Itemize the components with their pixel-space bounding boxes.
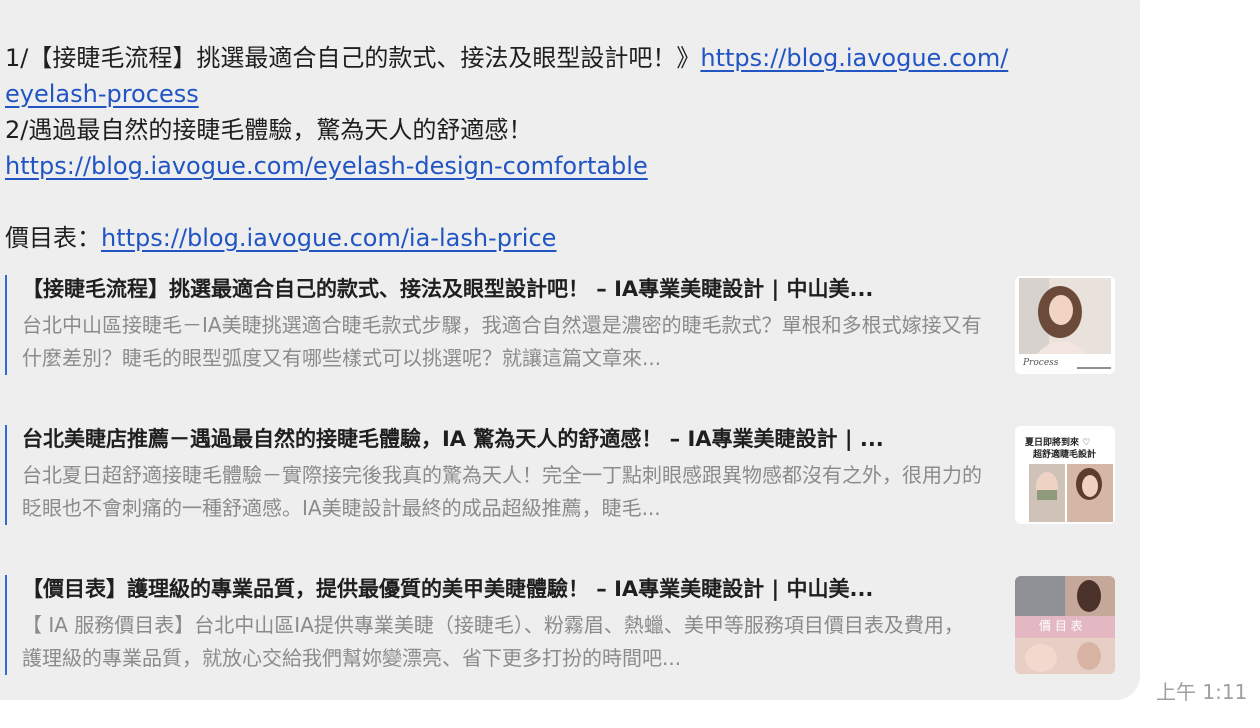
- message-line-1: 1/【接睫毛流程】挑選最適合自己的款式、接法及眼型設計吧！》https://bl…: [5, 40, 1125, 76]
- preview-title[interactable]: 台北美睫店推薦－遇過最自然的接睫毛體驗，IA 驚為天人的舒適感！ – IA專業美…: [22, 423, 982, 455]
- thumb-caption: 價 目 表: [1039, 619, 1083, 633]
- eyelash-process-link[interactable]: https://blog.iavogue.com/: [700, 44, 1008, 72]
- preview-thumbnail[interactable]: Process: [1015, 276, 1115, 374]
- line2-text: 2/遇過最自然的接睫毛體驗，驚為天人的舒適感！: [5, 116, 533, 144]
- price-label: 價目表：: [5, 224, 101, 252]
- preview-thumbnail[interactable]: 價 目 表: [1015, 576, 1115, 674]
- preview-accent-bar: [5, 425, 7, 525]
- link-preview-2[interactable]: 台北美睫店推薦－遇過最自然的接睫毛體驗，IA 驚為天人的舒適感！ – IA專業美…: [5, 423, 1115, 527]
- link-preview-3[interactable]: 【價目表】護理級的專業品質，提供最優質的美甲美睫體驗！ – IA專業美睫設計 |…: [5, 573, 1115, 677]
- preview-description: 【 IA 服務價目表】台北中山區IA提供專業美睫（接睫毛）、粉霧眉、熱蠟、美甲等…: [22, 613, 964, 670]
- price-link[interactable]: https://blog.iavogue.com/ia-lash-price: [101, 224, 556, 252]
- preview-description: 台北中山區接睫毛－IA美睫挑選適合睫毛款式步驟，我適合自然還是濃密的睫毛款式？單…: [22, 313, 982, 370]
- eyelash-process-link-cont[interactable]: eyelash-process: [5, 80, 199, 108]
- preview-accent-bar: [5, 575, 7, 675]
- preview-title[interactable]: 【接睫毛流程】挑選最適合自己的款式、接法及眼型設計吧！ – IA專業美睫設計 |…: [22, 273, 982, 305]
- message-line-1b: eyelash-process: [5, 76, 1125, 112]
- line1-text: 1/【接睫毛流程】挑選最適合自己的款式、接法及眼型設計吧！》: [5, 44, 701, 72]
- preview-title[interactable]: 【價目表】護理級的專業品質，提供最優質的美甲美睫體驗！ – IA專業美睫設計 |…: [22, 573, 982, 605]
- preview-description: 台北夏日超舒適接睫毛體驗－實際接完後我真的驚為天人！完全一丁點刺眼感跟異物感都沒…: [22, 463, 982, 520]
- thumb-caption: Process: [1023, 358, 1059, 368]
- link-preview-1[interactable]: 【接睫毛流程】挑選最適合自己的款式、接法及眼型設計吧！ – IA專業美睫設計 |…: [5, 273, 1115, 377]
- preview-thumbnail[interactable]: 夏日即將到來 ♡ 超舒適睫毛設計: [1015, 426, 1115, 524]
- message-line-3: https://blog.iavogue.com/eyelash-design-…: [5, 148, 1125, 184]
- eyelash-comfortable-link[interactable]: https://blog.iavogue.com/eyelash-design-…: [5, 152, 648, 180]
- preview-accent-bar: [5, 275, 7, 375]
- message-line-price: 價目表：https://blog.iavogue.com/ia-lash-pri…: [5, 220, 1125, 256]
- thumb-line-1: 夏日即將到來 ♡: [1025, 438, 1091, 448]
- thumb-line-2: 超舒適睫毛設計: [1033, 450, 1097, 460]
- message-text: 1/【接睫毛流程】挑選最適合自己的款式、接法及眼型設計吧！》https://bl…: [5, 40, 1125, 256]
- message-timestamp: 上午 1:11: [1156, 680, 1248, 704]
